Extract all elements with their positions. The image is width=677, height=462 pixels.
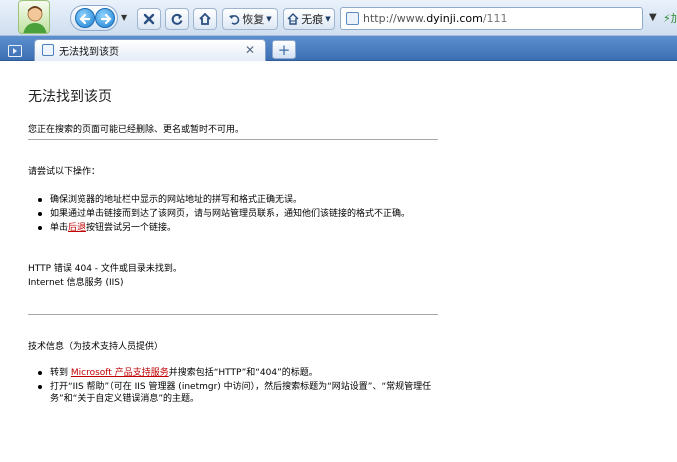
forward-arrow-icon xyxy=(100,13,112,25)
history-dropdown-icon[interactable]: ▼ xyxy=(121,13,127,22)
avatar-icon xyxy=(23,6,47,33)
home-button[interactable] xyxy=(193,8,217,30)
page-title: 无法找到该页 xyxy=(28,89,112,105)
new-tab-button[interactable]: + xyxy=(272,40,296,59)
page-subtitle: 您正在搜索的页面可能已经删除、更名或暂时不可用。 xyxy=(28,125,245,135)
list-item: 单击后退按钮尝试另一个链接。 xyxy=(38,222,442,234)
address-bar[interactable]: http://www. dyinji.com/111 xyxy=(340,7,643,30)
tech-item-1-before: 转到 xyxy=(50,368,71,378)
back-button[interactable] xyxy=(75,8,95,28)
accelerate-label: 加速 xyxy=(670,12,677,25)
refresh-button[interactable] xyxy=(165,8,189,30)
try-heading: 请尝试以下操作： xyxy=(28,167,101,177)
back-link[interactable]: 后退 xyxy=(68,223,86,233)
notrace-dropdown-icon: ▼ xyxy=(325,15,331,23)
tab-page-icon xyxy=(42,44,54,56)
list-item: 打开“IIS 帮助”（可在 IIS 管理器 (inetmgr) 中访问），然后搜… xyxy=(38,381,442,405)
notrace-button[interactable]: 无痕 ▼ xyxy=(283,8,335,30)
plus-icon: + xyxy=(277,40,291,59)
try-list: 确保浏览器的地址栏中显示的网站地址的拼写和格式正确无误。 如果通过单击链接而到达… xyxy=(38,194,442,236)
back-forward-group xyxy=(70,5,118,31)
back-arrow-icon xyxy=(79,13,91,25)
tab-strip: 无法找到该页 ✕ + xyxy=(0,36,677,61)
browser-toolbar: ▼ 恢复 ▼ 无痕 ▼ http://www. dyinji.com /111 … xyxy=(0,0,677,36)
user-avatar[interactable] xyxy=(18,0,50,34)
address-dropdown-icon[interactable]: ▼ xyxy=(649,12,657,23)
tech-heading: 技术信息（为技术支持人员提供） xyxy=(28,342,164,352)
tech-item-2: 打开“IIS 帮助”（可在 IIS 管理器 (inetmgr) 中访问），然后搜… xyxy=(50,382,432,404)
sidebar-toggle-icon[interactable] xyxy=(8,42,22,57)
try-item-3-after: 按钮尝试另一个链接。 xyxy=(86,223,177,233)
tab-close-icon[interactable]: ✕ xyxy=(245,43,255,57)
error-line-1: HTTP 错误 404 - 文件或目录未找到。 xyxy=(28,264,182,274)
divider xyxy=(28,139,438,140)
accelerate-button[interactable]: ⚡加速 xyxy=(663,10,677,26)
try-item-1: 确保浏览器的地址栏中显示的网站地址的拼写和格式正确无误。 xyxy=(50,195,303,205)
notrace-label: 无痕 xyxy=(301,13,324,26)
notrace-icon xyxy=(287,13,299,25)
divider xyxy=(28,314,438,315)
list-item: 确保浏览器的地址栏中显示的网站地址的拼写和格式正确无误。 xyxy=(38,194,442,206)
tab-active[interactable]: 无法找到该页 ✕ xyxy=(34,39,266,61)
tech-list: 转到 Microsoft 产品支持服务并搜索包括“HTTP”和“404”的标题。… xyxy=(38,367,442,407)
home-icon xyxy=(199,12,211,25)
error-line-2: Internet 信息服务 (IIS) xyxy=(28,278,124,288)
address-host: dyinji.com xyxy=(426,12,483,25)
tech-item-1-after: 并搜索包括“HTTP”和“404”的标题。 xyxy=(168,368,318,378)
tab-title: 无法找到该页 xyxy=(59,47,119,58)
restore-dropdown-icon: ▼ xyxy=(266,15,272,23)
undo-icon xyxy=(229,15,240,25)
address-path: /111 xyxy=(482,12,508,25)
forward-button[interactable] xyxy=(95,8,115,28)
try-item-3-before: 单击 xyxy=(50,223,69,233)
microsoft-support-link[interactable]: Microsoft 产品支持服务 xyxy=(71,368,169,378)
list-item: 如果通过单击链接而到达了该网页，请与网站管理员联系，通知他们该链接的格式不正确。 xyxy=(38,208,442,220)
restore-button[interactable]: 恢复 ▼ xyxy=(222,8,278,30)
try-item-2: 如果通过单击链接而到达了该网页，请与网站管理员联系，通知他们该链接的格式不正确。 xyxy=(50,209,411,219)
refresh-icon xyxy=(171,13,183,25)
close-icon xyxy=(143,13,155,25)
address-prefix: http://www. xyxy=(363,12,427,25)
stop-button[interactable] xyxy=(137,8,161,30)
page-icon xyxy=(346,12,359,25)
list-item: 转到 Microsoft 产品支持服务并搜索包括“HTTP”和“404”的标题。 xyxy=(38,367,442,379)
restore-label: 恢复 xyxy=(242,13,265,26)
